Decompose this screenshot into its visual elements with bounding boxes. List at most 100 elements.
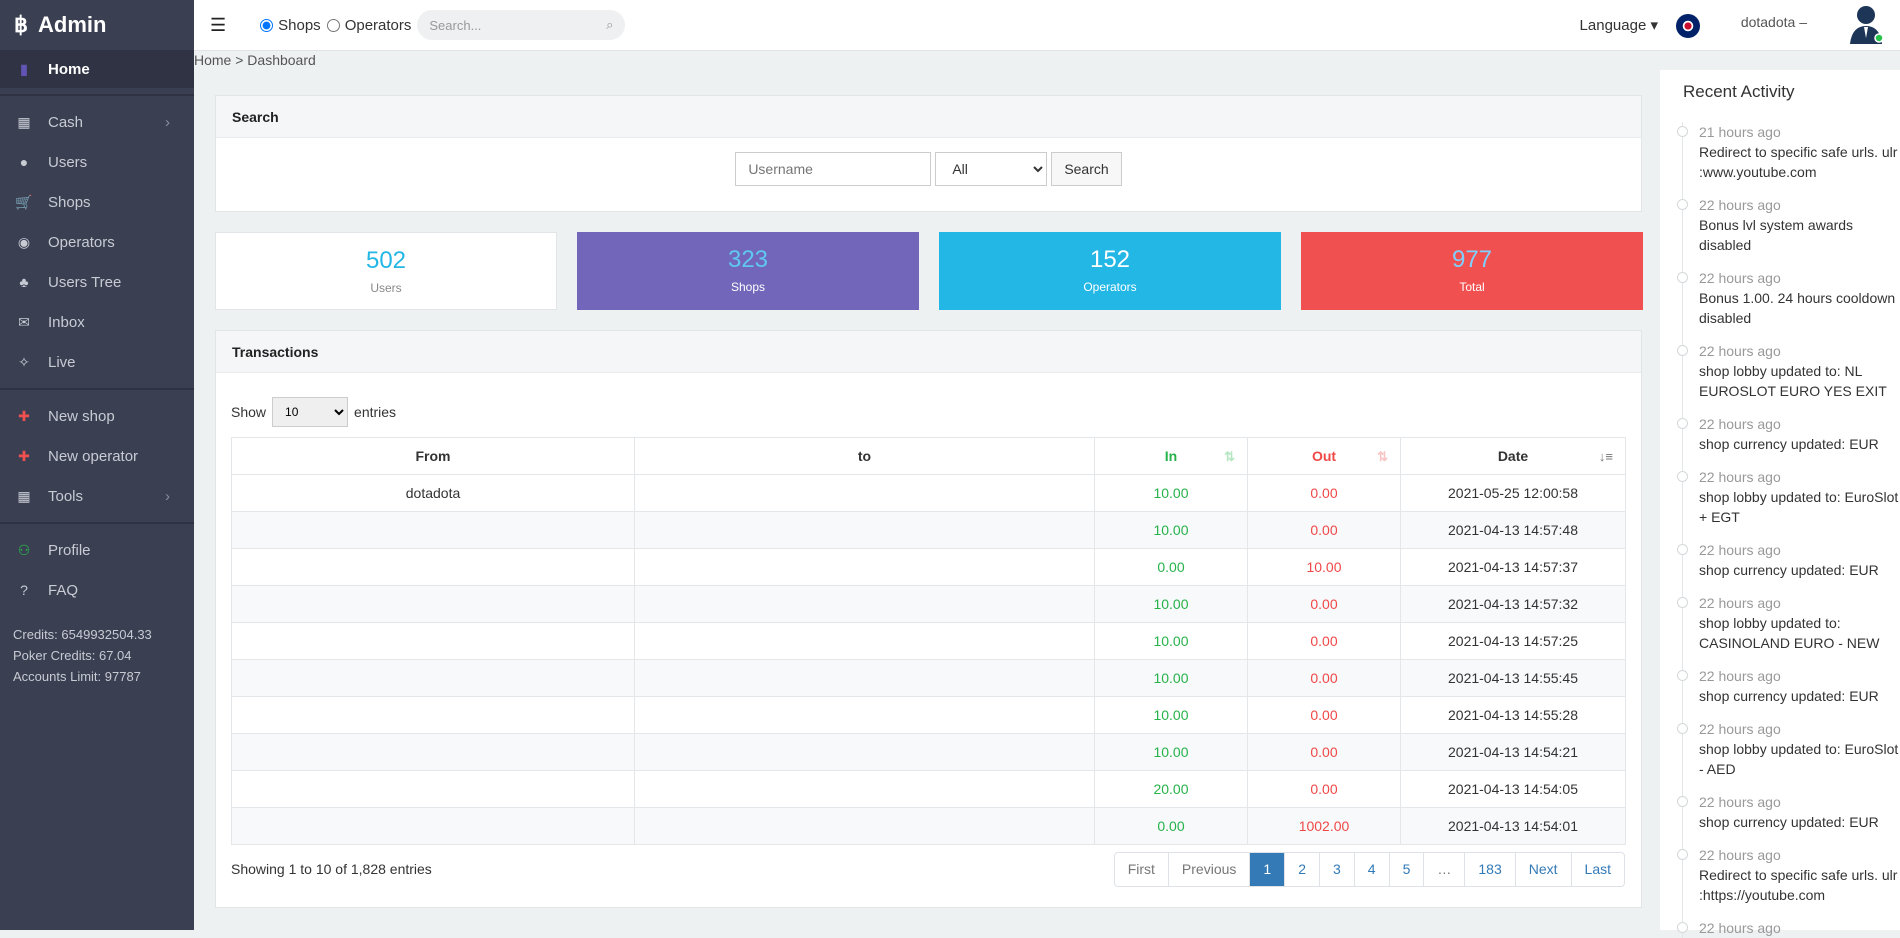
type-select[interactable]: All xyxy=(935,152,1048,186)
search-button[interactable]: Search xyxy=(1051,152,1122,186)
sidebar-item-users[interactable]: ● Users xyxy=(0,142,194,182)
page-next[interactable]: Next xyxy=(1514,853,1571,886)
table-row[interactable]: 0.00 10.00 2021-04-13 14:57:37 xyxy=(231,548,1626,586)
page-183[interactable]: 183 xyxy=(1464,853,1514,886)
sidebar-item-live[interactable]: ✧ Live xyxy=(0,342,194,382)
avatar[interactable] xyxy=(1848,4,1884,44)
cell-from[interactable] xyxy=(231,548,635,586)
cell-out: 1002.00 xyxy=(1247,807,1401,845)
page-first[interactable]: First xyxy=(1115,853,1168,886)
page-4[interactable]: 4 xyxy=(1353,853,1389,886)
col-from[interactable]: From xyxy=(231,437,635,475)
cell-from[interactable] xyxy=(231,585,635,623)
sidebar-item-operators[interactable]: ◉ Operators xyxy=(0,222,194,262)
col-out[interactable]: Out ⇅ xyxy=(1247,437,1401,475)
cell-in: 0.00 xyxy=(1094,548,1248,586)
page-5[interactable]: 5 xyxy=(1388,853,1424,886)
cell-to[interactable] xyxy=(634,770,1095,808)
top-header: ☰ Shops Operators Search... ⌕ Language ▾ … xyxy=(194,0,1900,51)
table-row[interactable]: 10.00 0.00 2021-04-13 14:55:28 xyxy=(231,696,1626,734)
tree-icon: ♣ xyxy=(19,274,29,290)
cell-to[interactable] xyxy=(634,807,1095,845)
table-row[interactable]: 0.00 1002.00 2021-04-13 14:54:01 xyxy=(231,807,1626,845)
cell-from[interactable] xyxy=(231,696,635,734)
cell-from[interactable] xyxy=(231,770,635,808)
sidebar-item-tools[interactable]: ▦ Tools › xyxy=(0,476,194,516)
table-row[interactable]: 10.00 0.00 2021-04-13 14:57:48 xyxy=(231,511,1626,549)
sort-icon[interactable]: ⇅ xyxy=(1377,449,1388,465)
sidebar-item-home[interactable]: ▮ Home xyxy=(0,50,194,88)
cell-to[interactable] xyxy=(634,696,1095,734)
entries-select[interactable]: 10 xyxy=(272,397,349,427)
sidebar-item-cash[interactable]: ▦ Cash › xyxy=(0,102,194,142)
sidebar-item-faq[interactable]: ? FAQ xyxy=(0,570,194,610)
table-row[interactable]: dotadota 10.00 0.00 2021-05-25 12:00:58 xyxy=(231,474,1626,512)
cell-to[interactable] xyxy=(634,548,1095,586)
cell-in: 10.00 xyxy=(1094,659,1248,697)
cell-from[interactable] xyxy=(231,733,635,771)
stat-card-shops[interactable]: 323 Shops xyxy=(577,232,919,310)
cell-to[interactable] xyxy=(634,511,1095,549)
sidebar-item-new-shop[interactable]: ✚ New shop xyxy=(0,396,194,436)
cell-to[interactable] xyxy=(634,622,1095,660)
cell-from[interactable] xyxy=(231,511,635,549)
transactions-card: Transactions Show 10 entries From to In ⇅… xyxy=(215,330,1642,908)
activity-text: Bonus 1.00. 24 hours cooldown disabled xyxy=(1699,290,1896,326)
menu-toggle-icon[interactable]: ☰ xyxy=(210,15,226,36)
divider xyxy=(0,388,194,390)
radio-operators[interactable]: Operators xyxy=(323,17,411,34)
page-3[interactable]: 3 xyxy=(1318,853,1354,886)
col-date[interactable]: Date ↓≡ xyxy=(1400,437,1626,475)
stat-card-total[interactable]: 977 Total xyxy=(1301,232,1643,310)
activity-time: 22 hours ago xyxy=(1699,847,1781,863)
uk-flag-icon[interactable] xyxy=(1676,14,1700,38)
activity-text: Redirect to specific safe urls. ulr :www… xyxy=(1699,144,1898,180)
page-previous[interactable]: Previous xyxy=(1167,853,1249,886)
user-menu[interactable]: dotadota – xyxy=(1741,14,1807,30)
stat-card-operators[interactable]: 152 Operators xyxy=(939,232,1281,310)
page-1[interactable]: 1 xyxy=(1249,853,1285,886)
cell-out: 0.00 xyxy=(1247,585,1401,623)
cell-to[interactable] xyxy=(634,585,1095,623)
sidebar-item-new-operator[interactable]: ✚ New operator xyxy=(0,436,194,476)
cell-to[interactable] xyxy=(634,733,1095,771)
sidebar-item-label: Operators xyxy=(48,233,115,251)
sidebar-item-inbox[interactable]: ✉ Inbox xyxy=(0,302,194,342)
language-dropdown[interactable]: Language ▾ xyxy=(1580,16,1658,34)
sidebar-item-users-tree[interactable]: ♣ Users Tree xyxy=(0,262,194,302)
cell-from[interactable] xyxy=(231,622,635,660)
username-input[interactable] xyxy=(735,152,932,186)
col-in[interactable]: In ⇅ xyxy=(1094,437,1248,475)
table-row[interactable]: 10.00 0.00 2021-04-13 14:57:25 xyxy=(231,622,1626,660)
timeline-dot-icon xyxy=(1677,597,1688,608)
table-row[interactable]: 10.00 0.00 2021-04-13 14:55:45 xyxy=(231,659,1626,697)
stat-card-users[interactable]: 502 Users xyxy=(215,232,557,310)
stat-value: 323 xyxy=(727,246,769,273)
grid-icon: ▦ xyxy=(17,487,31,504)
header-search-input[interactable]: Search... ⌕ xyxy=(417,10,626,40)
sidebar-item-profile[interactable]: ⚇ Profile xyxy=(0,530,194,570)
sort-desc-icon[interactable]: ↓≡ xyxy=(1599,449,1613,464)
cell-to[interactable] xyxy=(634,474,1095,512)
activity-item: 21 hours ago Redirect to specific safe ur… xyxy=(1677,122,1900,182)
sidebar-item-shops[interactable]: 🛒 Shops xyxy=(0,182,194,222)
poker-credits: Poker Credits: 67.04 xyxy=(13,648,132,663)
search-icon[interactable]: ⌕ xyxy=(606,17,613,33)
cell-from[interactable] xyxy=(231,659,635,697)
cell-from[interactable] xyxy=(231,807,635,845)
search-card: Search All Search xyxy=(215,95,1642,212)
radio-operators-input[interactable] xyxy=(326,18,340,32)
table-row[interactable]: 10.00 0.00 2021-04-13 14:57:32 xyxy=(231,585,1626,623)
page-2[interactable]: 2 xyxy=(1284,853,1319,886)
sort-icon[interactable]: ⇅ xyxy=(1224,449,1235,465)
page-last[interactable]: Last xyxy=(1570,853,1624,886)
table-row[interactable]: 20.00 0.00 2021-04-13 14:54:05 xyxy=(231,770,1626,808)
table-row[interactable]: 10.00 0.00 2021-04-13 14:54:21 xyxy=(231,733,1626,771)
activity-item: 22 hours ago shop currency updated: EUR xyxy=(1677,792,1900,832)
brand[interactable]: ฿ Admin xyxy=(0,0,194,50)
radio-shops[interactable]: Shops xyxy=(256,17,321,34)
cell-to[interactable] xyxy=(634,659,1095,697)
col-to[interactable]: to xyxy=(634,437,1095,475)
radio-shops-input[interactable] xyxy=(260,18,274,32)
cell-from[interactable]: dotadota xyxy=(231,474,635,512)
